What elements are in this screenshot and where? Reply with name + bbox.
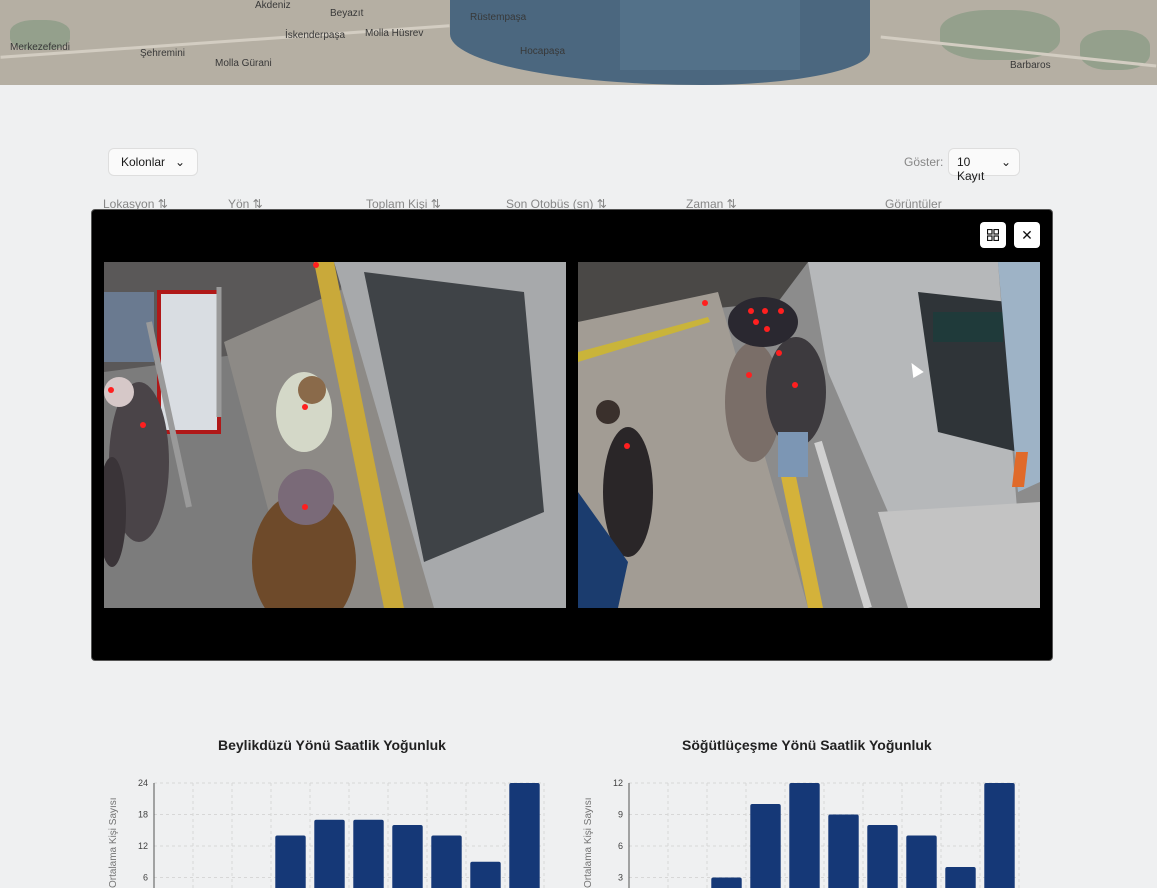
camera-scene-2 bbox=[578, 262, 1040, 608]
close-button[interactable]: ✕ bbox=[1014, 222, 1040, 248]
person-marker bbox=[702, 300, 708, 306]
close-icon: ✕ bbox=[1021, 226, 1033, 243]
person-marker bbox=[753, 319, 759, 325]
person-marker bbox=[778, 308, 784, 314]
person-marker bbox=[140, 422, 146, 428]
person-marker bbox=[302, 504, 308, 510]
camera-scene-1 bbox=[104, 262, 566, 608]
person-marker bbox=[764, 326, 770, 332]
person-marker bbox=[302, 404, 308, 410]
grid-view-button[interactable] bbox=[980, 222, 1006, 248]
person-marker bbox=[313, 262, 319, 268]
person-marker bbox=[746, 372, 752, 378]
camera-image-1[interactable] bbox=[104, 262, 566, 608]
person-marker bbox=[792, 382, 798, 388]
person-marker bbox=[748, 308, 754, 314]
camera-image-2[interactable] bbox=[578, 262, 1040, 608]
person-marker bbox=[108, 387, 114, 393]
grid-icon bbox=[987, 229, 999, 241]
person-marker bbox=[762, 308, 768, 314]
person-marker bbox=[624, 443, 630, 449]
person-marker bbox=[776, 350, 782, 356]
image-viewer-modal: ✕ bbox=[91, 209, 1053, 661]
